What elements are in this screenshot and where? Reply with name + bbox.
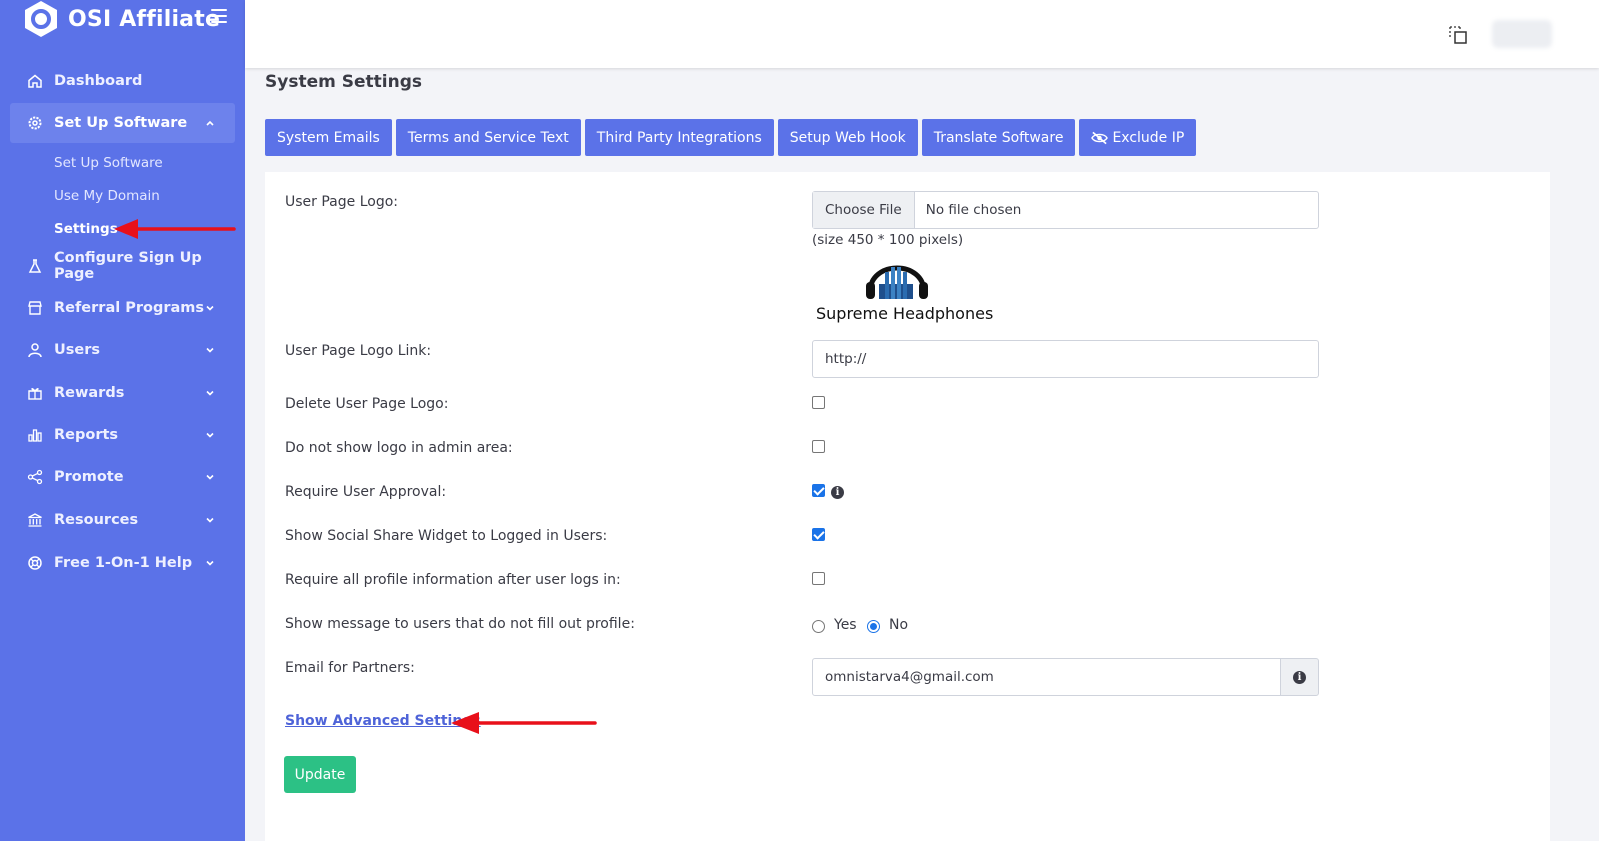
update-button[interactable]: Update bbox=[284, 756, 356, 793]
sidebar-item-label: Configure Sign Up Page bbox=[54, 250, 202, 282]
sidebar-item-label: Users bbox=[54, 342, 101, 358]
sidebar-item-reports[interactable]: Reports bbox=[10, 415, 235, 455]
chevron-down-icon bbox=[206, 347, 214, 353]
sidebar-item-label: Promote bbox=[54, 469, 124, 485]
email-info-addon[interactable]: i bbox=[1280, 658, 1319, 696]
sidebar: OSI Affiliate Dashboard Set Up Software … bbox=[0, 0, 245, 841]
chevron-down-icon bbox=[206, 517, 214, 523]
osi-logo-icon bbox=[25, 1, 57, 37]
store-icon bbox=[27, 300, 43, 316]
flask-icon bbox=[27, 258, 43, 274]
sidebar-item-promote[interactable]: Promote bbox=[10, 457, 235, 497]
radio-no[interactable] bbox=[867, 620, 880, 633]
share-icon bbox=[27, 469, 43, 485]
bar-chart-icon bbox=[27, 427, 43, 443]
chevron-down-icon bbox=[206, 390, 214, 396]
choose-file-button[interactable]: Choose File bbox=[813, 192, 915, 228]
sidebar-item-set-up-software[interactable]: Set Up Software bbox=[10, 103, 235, 143]
hide-logo-admin-label: Do not show logo in admin area: bbox=[285, 440, 513, 456]
tab-exclude-ip[interactable]: Exclude IP bbox=[1079, 119, 1197, 156]
tab-third-party-integrations[interactable]: Third Party Integrations bbox=[584, 119, 774, 156]
sub-item-use-my-domain[interactable]: Use My Domain bbox=[54, 188, 160, 204]
delete-logo-checkbox[interactable] bbox=[812, 396, 825, 409]
info-icon[interactable]: i bbox=[831, 486, 844, 499]
radio-yes[interactable] bbox=[812, 620, 825, 633]
brand-name: OSI Affiliate bbox=[68, 6, 221, 32]
logo-file-input[interactable]: Choose File No file chosen bbox=[812, 191, 1319, 229]
sidebar-item-free-help[interactable]: Free 1-On-1 Help bbox=[10, 543, 235, 583]
tab-system-emails[interactable]: System Emails bbox=[265, 119, 392, 156]
tab-translate-software[interactable]: Translate Software bbox=[921, 119, 1076, 156]
headphones-logo-icon bbox=[866, 265, 928, 299]
sidebar-item-referral-programs[interactable]: Referral Programs bbox=[10, 288, 235, 328]
social-widget-label: Show Social Share Widget to Logged in Us… bbox=[285, 528, 608, 544]
user-avatar[interactable] bbox=[1492, 20, 1552, 48]
gear-icon bbox=[27, 115, 43, 131]
bank-icon bbox=[27, 512, 43, 528]
chevron-down-icon bbox=[206, 474, 214, 480]
tab-label: Exclude IP bbox=[1112, 129, 1185, 146]
menu-toggle-icon[interactable] bbox=[211, 9, 227, 23]
annotation-arrow-settings bbox=[114, 219, 236, 239]
partner-email-input[interactable]: omnistarva4@gmail.com bbox=[812, 658, 1281, 696]
user-icon bbox=[27, 342, 43, 358]
sidebar-item-label: Resources bbox=[54, 512, 139, 528]
require-approval-checkbox[interactable] bbox=[812, 484, 825, 497]
logo-caption: Supreme Headphones bbox=[816, 304, 994, 323]
logo-link-label: User Page Logo Link: bbox=[285, 343, 432, 359]
settings-tabs: System Emails Terms and Service Text Thi… bbox=[265, 119, 1200, 156]
radio-no-label: No bbox=[889, 617, 909, 633]
chevron-down-icon bbox=[206, 432, 214, 438]
delete-logo-label: Delete User Page Logo: bbox=[285, 396, 449, 412]
logo-link-input[interactable]: http:// bbox=[812, 340, 1319, 378]
chevron-up-icon bbox=[206, 120, 214, 126]
social-widget-checkbox[interactable] bbox=[812, 528, 825, 541]
sub-item-set-up-software[interactable]: Set Up Software bbox=[54, 155, 163, 171]
chevron-down-icon bbox=[206, 560, 214, 566]
require-profile-checkbox[interactable] bbox=[812, 572, 825, 585]
sidebar-item-rewards[interactable]: Rewards bbox=[10, 373, 235, 413]
brand[interactable]: OSI Affiliate bbox=[22, 0, 220, 38]
logo-preview: Supreme Headphones bbox=[812, 252, 993, 324]
sidebar-item-label: Free 1-On-1 Help bbox=[54, 555, 193, 571]
sidebar-item-label: Rewards bbox=[54, 385, 125, 401]
sidebar-item-label: Reports bbox=[54, 427, 119, 443]
require-profile-label: Require all profile information after us… bbox=[285, 572, 621, 588]
file-status: No file chosen bbox=[925, 202, 1022, 218]
tab-setup-web-hook[interactable]: Setup Web Hook bbox=[777, 119, 918, 156]
home-icon bbox=[27, 73, 43, 89]
gift-icon bbox=[27, 385, 43, 401]
info-icon: i bbox=[1293, 670, 1306, 684]
hide-logo-admin-checkbox[interactable] bbox=[812, 440, 825, 453]
size-hint: (size 450 * 100 pixels) bbox=[812, 232, 964, 248]
eye-slash-icon bbox=[1091, 131, 1109, 144]
lifebuoy-icon bbox=[27, 555, 43, 571]
sidebar-item-configure-sign-up-page[interactable]: Configure Sign Up Page bbox=[10, 246, 235, 286]
sidebar-item-dashboard[interactable]: Dashboard bbox=[10, 61, 235, 101]
window-restore-icon[interactable] bbox=[1448, 25, 1468, 45]
page-title: System Settings bbox=[265, 72, 422, 92]
sidebar-item-label: Dashboard bbox=[54, 73, 143, 89]
annotation-arrow-advanced bbox=[451, 712, 597, 734]
sub-item-settings[interactable]: Settings bbox=[54, 221, 118, 237]
tab-terms-and-service-text[interactable]: Terms and Service Text bbox=[395, 119, 581, 156]
sidebar-item-label: Set Up Software bbox=[54, 115, 188, 131]
radio-yes-label: Yes bbox=[834, 617, 857, 633]
require-approval-label: Require User Approval: bbox=[285, 484, 447, 500]
profile-message-label: Show message to users that do not fill o… bbox=[285, 616, 635, 632]
chevron-down-icon bbox=[206, 305, 214, 311]
sidebar-item-users[interactable]: Users bbox=[10, 330, 235, 370]
sidebar-item-label: Referral Programs bbox=[54, 300, 205, 316]
user-page-logo-label: User Page Logo: bbox=[285, 194, 398, 210]
sidebar-item-resources[interactable]: Resources bbox=[10, 500, 235, 540]
partner-email-label: Email for Partners: bbox=[285, 660, 415, 676]
top-bar bbox=[245, 0, 1599, 68]
